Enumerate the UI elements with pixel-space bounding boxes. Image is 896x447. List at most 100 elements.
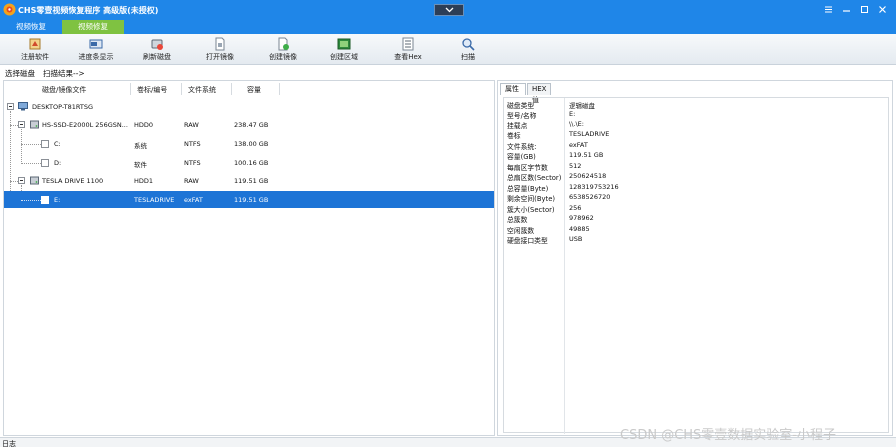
property-value: 128319753216	[569, 183, 619, 191]
refresh-disk-button[interactable]: 刷新磁盘	[127, 36, 187, 64]
refresh-disk-icon	[151, 39, 163, 50]
computer-icon	[18, 102, 28, 111]
volume-label: HDD1	[134, 177, 154, 185]
register-button[interactable]: 注册软件	[5, 36, 65, 64]
property-value: exFAT	[569, 141, 588, 149]
open-image-icon	[215, 37, 225, 51]
app-logo-icon	[3, 3, 16, 16]
disk-list-panel: 磁盘/镜像文件 卷标/编号 文件系统 容量 DESKTOP-T81RTSG HS…	[3, 80, 495, 436]
watermark: CSDN @CHS零壹数据实验室-小程子	[620, 428, 836, 443]
table-row[interactable]: DESKTOP-T81RTSG	[4, 98, 494, 115]
property-key: 总簇数	[507, 216, 528, 224]
partition-checkbox[interactable]	[41, 140, 49, 148]
partition-checkbox[interactable]	[41, 159, 49, 167]
col-file-system[interactable]: 文件系统	[188, 85, 216, 95]
property-key: 总扇区数(Sector)	[507, 174, 562, 182]
log-label[interactable]: 日志	[2, 439, 16, 447]
tree-line	[21, 163, 41, 164]
tab-properties[interactable]: 属性	[500, 83, 526, 95]
progress-icon	[89, 39, 103, 49]
property-value: 978962	[569, 214, 594, 222]
file-system: exFAT	[184, 196, 203, 204]
open-image-button[interactable]: 打开镜像	[190, 36, 250, 64]
capacity: 119.51 GB	[234, 196, 269, 204]
property-row: 卷标 TESLADRIVE	[504, 129, 888, 140]
volume-label: TESLADRIVE	[134, 196, 175, 204]
property-value: 512	[569, 162, 582, 170]
disk-name: TESLA DRIVE 1100	[42, 177, 104, 185]
collapse-toggle[interactable]	[18, 121, 25, 128]
file-system: NTFS	[184, 159, 201, 167]
column-divider[interactable]	[181, 83, 182, 95]
hex-view-icon	[402, 37, 414, 51]
property-key: 卷标	[507, 132, 521, 140]
property-value: \\.\E:	[569, 120, 584, 128]
disk-name: DESKTOP-T81RTSG	[32, 103, 94, 111]
tree-line	[10, 125, 18, 126]
register-icon	[29, 38, 41, 50]
close-icon	[879, 6, 886, 13]
hamburger-icon	[825, 6, 832, 13]
capacity: 138.00 GB	[234, 140, 269, 148]
collapse-toggle[interactable]	[18, 177, 25, 184]
column-divider[interactable]	[231, 83, 232, 95]
scan-button[interactable]: 扫描	[438, 36, 498, 64]
file-system: RAW	[184, 121, 199, 129]
property-value: 49885	[569, 225, 590, 233]
tree-line	[10, 181, 18, 182]
breadcrumb-select-disk[interactable]: 选择磁盘	[5, 68, 35, 79]
properties-panel: 属性 HEX值 磁盘类型 逻辑磁盘 型号/名称 E: 挂载点 \\.\E: 卷标 TES…	[497, 80, 893, 436]
tab-hex-value[interactable]: HEX值	[527, 83, 551, 104]
table-row[interactable]: C: 系统 NTFS 138.00 GB	[4, 135, 494, 152]
property-key: 容量(GB)	[507, 153, 536, 161]
maximize-button[interactable]	[856, 2, 874, 18]
table-row[interactable]: TESLA DRIVE 1100 HDD1 RAW 119.51 GB	[4, 172, 494, 189]
capacity: 100.16 GB	[234, 159, 269, 167]
table-row[interactable]: D: 软件 NTFS 100.16 GB	[4, 154, 494, 171]
property-value: 256	[569, 204, 582, 212]
properties-grid: 磁盘类型 逻辑磁盘 型号/名称 E: 挂载点 \\.\E: 卷标 TESLADRIVE …	[503, 97, 889, 434]
disk-table-header: 磁盘/镜像文件 卷标/编号 文件系统 容量	[4, 81, 494, 97]
property-key: 剩余空间(Byte)	[507, 195, 556, 203]
collapse-toggle-button[interactable]	[434, 4, 464, 16]
toolbar: 注册软件 进度条显示 刷新磁盘 打开镜像 创建镜像 创建区域 查看Hex 扫描	[0, 34, 896, 65]
scan-icon	[462, 38, 475, 51]
disk-name: C:	[54, 140, 61, 148]
col-volume-label[interactable]: 卷标/编号	[137, 85, 167, 95]
view-hex-button[interactable]: 查看Hex	[378, 36, 438, 64]
tab-video-recovery[interactable]: 视频恢复	[0, 20, 62, 34]
column-divider[interactable]	[279, 83, 280, 95]
create-image-icon	[278, 37, 289, 51]
volume-label: 系统	[134, 142, 147, 150]
property-value: E:	[569, 110, 576, 118]
col-disk-file[interactable]: 磁盘/镜像文件	[42, 85, 86, 95]
create-region-button[interactable]: 创建区域	[314, 36, 374, 64]
property-value: 6538526720	[569, 193, 611, 201]
property-row: 硬盘接口类型 USB	[504, 234, 888, 245]
minimize-icon	[843, 10, 850, 12]
property-key: 硬盘接口类型	[507, 237, 548, 245]
create-image-button[interactable]: 创建镜像	[253, 36, 313, 64]
breadcrumb-scan-results[interactable]: 扫描结果-->	[43, 68, 85, 79]
window-title: CHS零壹视频恢复程序 高级版(未授权)	[18, 6, 159, 15]
disk-name: D:	[54, 159, 62, 167]
partition-checkbox[interactable]	[41, 196, 49, 204]
maximize-icon	[861, 6, 868, 13]
property-row: 总扇区数(Sector) 250624518	[504, 171, 888, 182]
file-system: NTFS	[184, 140, 201, 148]
close-button[interactable]	[874, 2, 892, 18]
collapse-toggle[interactable]	[7, 103, 14, 110]
column-divider[interactable]	[130, 83, 131, 95]
tab-video-repair[interactable]: 视频修复	[62, 20, 124, 34]
minimize-button[interactable]	[838, 2, 856, 18]
col-capacity[interactable]: 容量	[247, 85, 261, 95]
tree-line	[21, 200, 41, 201]
table-row[interactable]: HS-SSD-E2000L 256GSN... HDD0 RAW 238.47 …	[4, 116, 494, 133]
progress-display-button[interactable]: 进度条显示	[66, 36, 126, 64]
table-row-selected[interactable]: E: TESLADRIVE exFAT 119.51 GB	[4, 191, 494, 208]
property-row: 容量(GB) 119.51 GB	[504, 150, 888, 161]
menu-button[interactable]	[820, 2, 838, 18]
property-value: TESLADRIVE	[569, 130, 610, 138]
mode-tabs: 视频恢复 视频修复	[0, 20, 896, 34]
hard-disk-icon	[30, 176, 39, 185]
